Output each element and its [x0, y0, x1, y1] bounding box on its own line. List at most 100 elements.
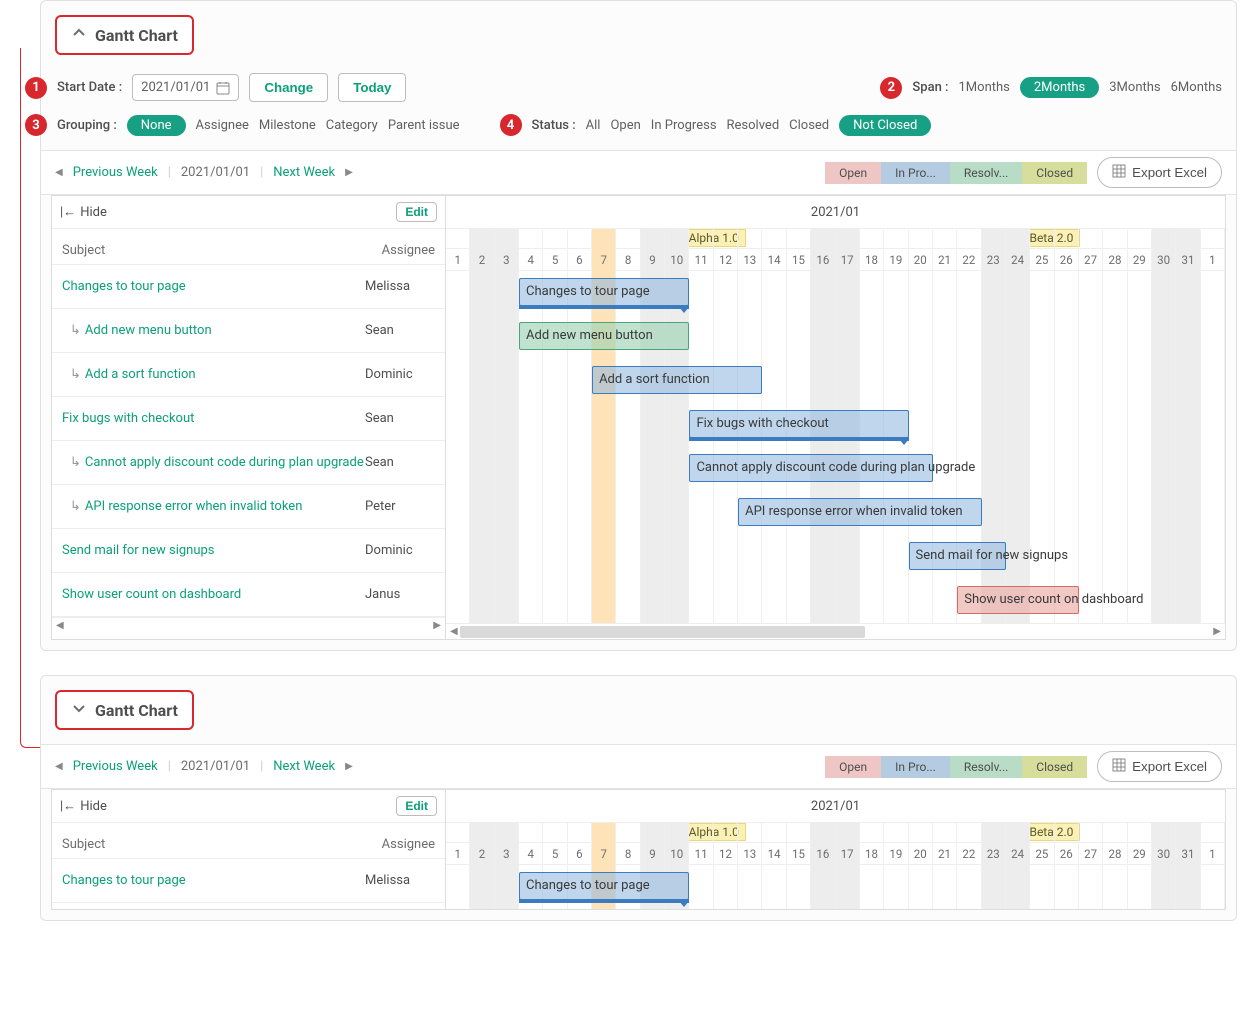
grouping-option-parent[interactable]: Parent issue — [388, 118, 460, 133]
legend-resolved: Resolv... — [950, 756, 1022, 778]
table-row: Send mail for new signupsDominic — [52, 529, 445, 573]
span-label: Span : — [912, 80, 948, 95]
issue-link[interactable]: Add a sort function — [62, 367, 365, 382]
assignee-value: Peter — [365, 499, 435, 514]
grouping-option-milestone[interactable]: Milestone — [259, 118, 316, 133]
month-header: 2021/01 — [446, 196, 1225, 229]
today-button[interactable]: Today — [338, 73, 406, 102]
arrow-left-icon: ◀ — [56, 620, 64, 631]
export-excel-button[interactable]: Export Excel — [1097, 157, 1222, 188]
grouping-option-category[interactable]: Category — [326, 118, 378, 133]
span-option-6m[interactable]: 6Months — [1171, 80, 1222, 95]
arrow-right-icon: ▶ — [345, 167, 353, 178]
gantt-left-column: |← Hide Edit Subject Assignee Changes to… — [52, 196, 446, 639]
table-row: Add a sort functionDominic — [52, 353, 445, 397]
right-horizontal-scrollbar[interactable]: ◀ ▶ — [446, 623, 1225, 639]
status-option-resolved[interactable]: Resolved — [727, 118, 780, 133]
week-nav-bar: ◀ Previous Week | 2021/01/01 | Next Week… — [41, 150, 1236, 195]
callout-badge-4: 4 — [500, 114, 522, 136]
issue-link[interactable]: Changes to tour page — [62, 279, 365, 294]
status-option-open[interactable]: Open — [610, 118, 640, 133]
assignee-value: Janus — [365, 587, 435, 602]
col-assignee-header: Assignee — [382, 243, 435, 258]
col-subject-header: Subject — [62, 837, 382, 852]
issue-link[interactable]: Changes to tour page — [62, 873, 365, 888]
gantt-bar[interactable]: Add a sort function — [592, 366, 762, 394]
issue-link[interactable]: Cannot apply discount code during plan u… — [62, 455, 365, 470]
change-button[interactable]: Change — [249, 73, 328, 102]
gantt-bar[interactable]: Changes to tour page — [519, 278, 689, 306]
span-option-1m[interactable]: 1Months — [959, 80, 1010, 95]
nav-current-date: 2021/01/01 — [181, 165, 250, 180]
arrow-right-icon: ▶ — [433, 620, 441, 631]
collapse-toggle[interactable]: Gantt Chart — [55, 690, 194, 730]
section-title: Gantt Chart — [95, 701, 178, 720]
gantt-bar[interactable]: Changes to tour page — [519, 872, 689, 900]
start-date-value: 2021/01/01 — [141, 80, 210, 95]
legend-closed: Closed — [1022, 162, 1087, 184]
next-week-link[interactable]: Next Week — [273, 165, 335, 180]
gantt-bar[interactable]: Show user count on dashboard — [957, 586, 1079, 614]
edit-button[interactable]: Edit — [396, 796, 437, 816]
table-row: Add new menu buttonSean — [52, 309, 445, 353]
status-color-legend: Open In Pro... Resolv... Closed — [825, 162, 1087, 184]
span-option-2m[interactable]: 2Months — [1020, 77, 1099, 98]
gantt-timeline: 2021/01 ⚑Alpha 1.0⚑Beta 2.0 123456789101… — [446, 196, 1225, 639]
previous-week-link[interactable]: Previous Week — [73, 759, 158, 774]
status-option-in-progress[interactable]: In Progress — [651, 118, 717, 133]
table-row: Changes to tour pageMelissa — [52, 859, 445, 903]
legend-closed: Closed — [1022, 756, 1087, 778]
gantt-bar[interactable]: Fix bugs with checkout — [689, 410, 908, 438]
section-title: Gantt Chart — [95, 26, 178, 45]
legend-open: Open — [825, 756, 881, 778]
arrow-left-icon: ◀ — [55, 167, 63, 178]
status-option-closed[interactable]: Closed — [789, 118, 829, 133]
collapse-toggle[interactable]: Gantt Chart — [55, 15, 194, 55]
col-assignee-header: Assignee — [382, 837, 435, 852]
grouping-option-assignee[interactable]: Assignee — [196, 118, 249, 133]
gantt-left-column: |← Hide Edit Subject Assignee Changes to… — [52, 790, 446, 909]
week-nav-bar: ◀ Previous Week | 2021/01/01 | Next Week… — [41, 744, 1236, 789]
nav-current-date: 2021/01/01 — [181, 759, 250, 774]
issue-link[interactable]: API response error when invalid token — [62, 499, 365, 514]
status-option-all[interactable]: All — [586, 118, 601, 133]
grouping-option-none[interactable]: None — [127, 115, 186, 136]
issue-link[interactable]: Fix bugs with checkout — [62, 411, 365, 426]
hide-column-button[interactable]: |← Hide — [60, 204, 107, 220]
table-row: Fix bugs with checkoutSean — [52, 397, 445, 441]
issue-link[interactable]: Send mail for new signups — [62, 543, 365, 558]
assignee-value: Melissa — [365, 279, 435, 294]
span-option-3m[interactable]: 3Months — [1109, 80, 1160, 95]
edit-button[interactable]: Edit — [396, 202, 437, 222]
gantt-bar[interactable]: API response error when invalid token — [738, 498, 981, 526]
calendar-icon — [216, 81, 230, 95]
status-option-not-closed[interactable]: Not Closed — [839, 115, 931, 136]
left-horizontal-scrollbar[interactable]: ◀ ▶ — [52, 617, 445, 633]
gantt-table: |← Hide Edit Subject Assignee Changes to… — [51, 195, 1226, 640]
gantt-bar[interactable]: Send mail for new signups — [909, 542, 1006, 570]
collapse-left-icon: |← — [60, 798, 76, 814]
export-excel-label: Export Excel — [1132, 165, 1207, 180]
export-excel-button[interactable]: Export Excel — [1097, 751, 1222, 782]
issue-link[interactable]: Add new menu button — [62, 323, 365, 338]
arrow-right-icon: ▶ — [1209, 624, 1225, 639]
start-date-label: Start Date : — [57, 80, 122, 95]
table-row: Changes to tour pageMelissa — [52, 265, 445, 309]
status-label: Status : — [532, 118, 576, 133]
issue-link[interactable]: Show user count on dashboard — [62, 587, 365, 602]
gantt-bar[interactable]: Add new menu button — [519, 322, 689, 350]
assignee-value: Sean — [365, 455, 435, 470]
arrow-right-icon: ▶ — [345, 761, 353, 772]
gantt-bar[interactable]: Cannot apply discount code during plan u… — [689, 454, 932, 482]
gantt-panel-collapsed: Gantt Chart ◀ Previous Week | 2021/01/01… — [40, 675, 1237, 921]
assignee-value: Dominic — [365, 543, 435, 558]
status-color-legend: Open In Pro... Resolv... Closed — [825, 756, 1087, 778]
assignee-value: Dominic — [365, 367, 435, 382]
hide-column-button[interactable]: |← Hide — [60, 798, 107, 814]
legend-in-progress: In Pro... — [881, 162, 950, 184]
previous-week-link[interactable]: Previous Week — [73, 165, 158, 180]
table-row: API response error when invalid tokenPet… — [52, 485, 445, 529]
collapse-left-icon: |← — [60, 204, 76, 220]
start-date-input[interactable]: 2021/01/01 — [132, 74, 239, 101]
next-week-link[interactable]: Next Week — [273, 759, 335, 774]
